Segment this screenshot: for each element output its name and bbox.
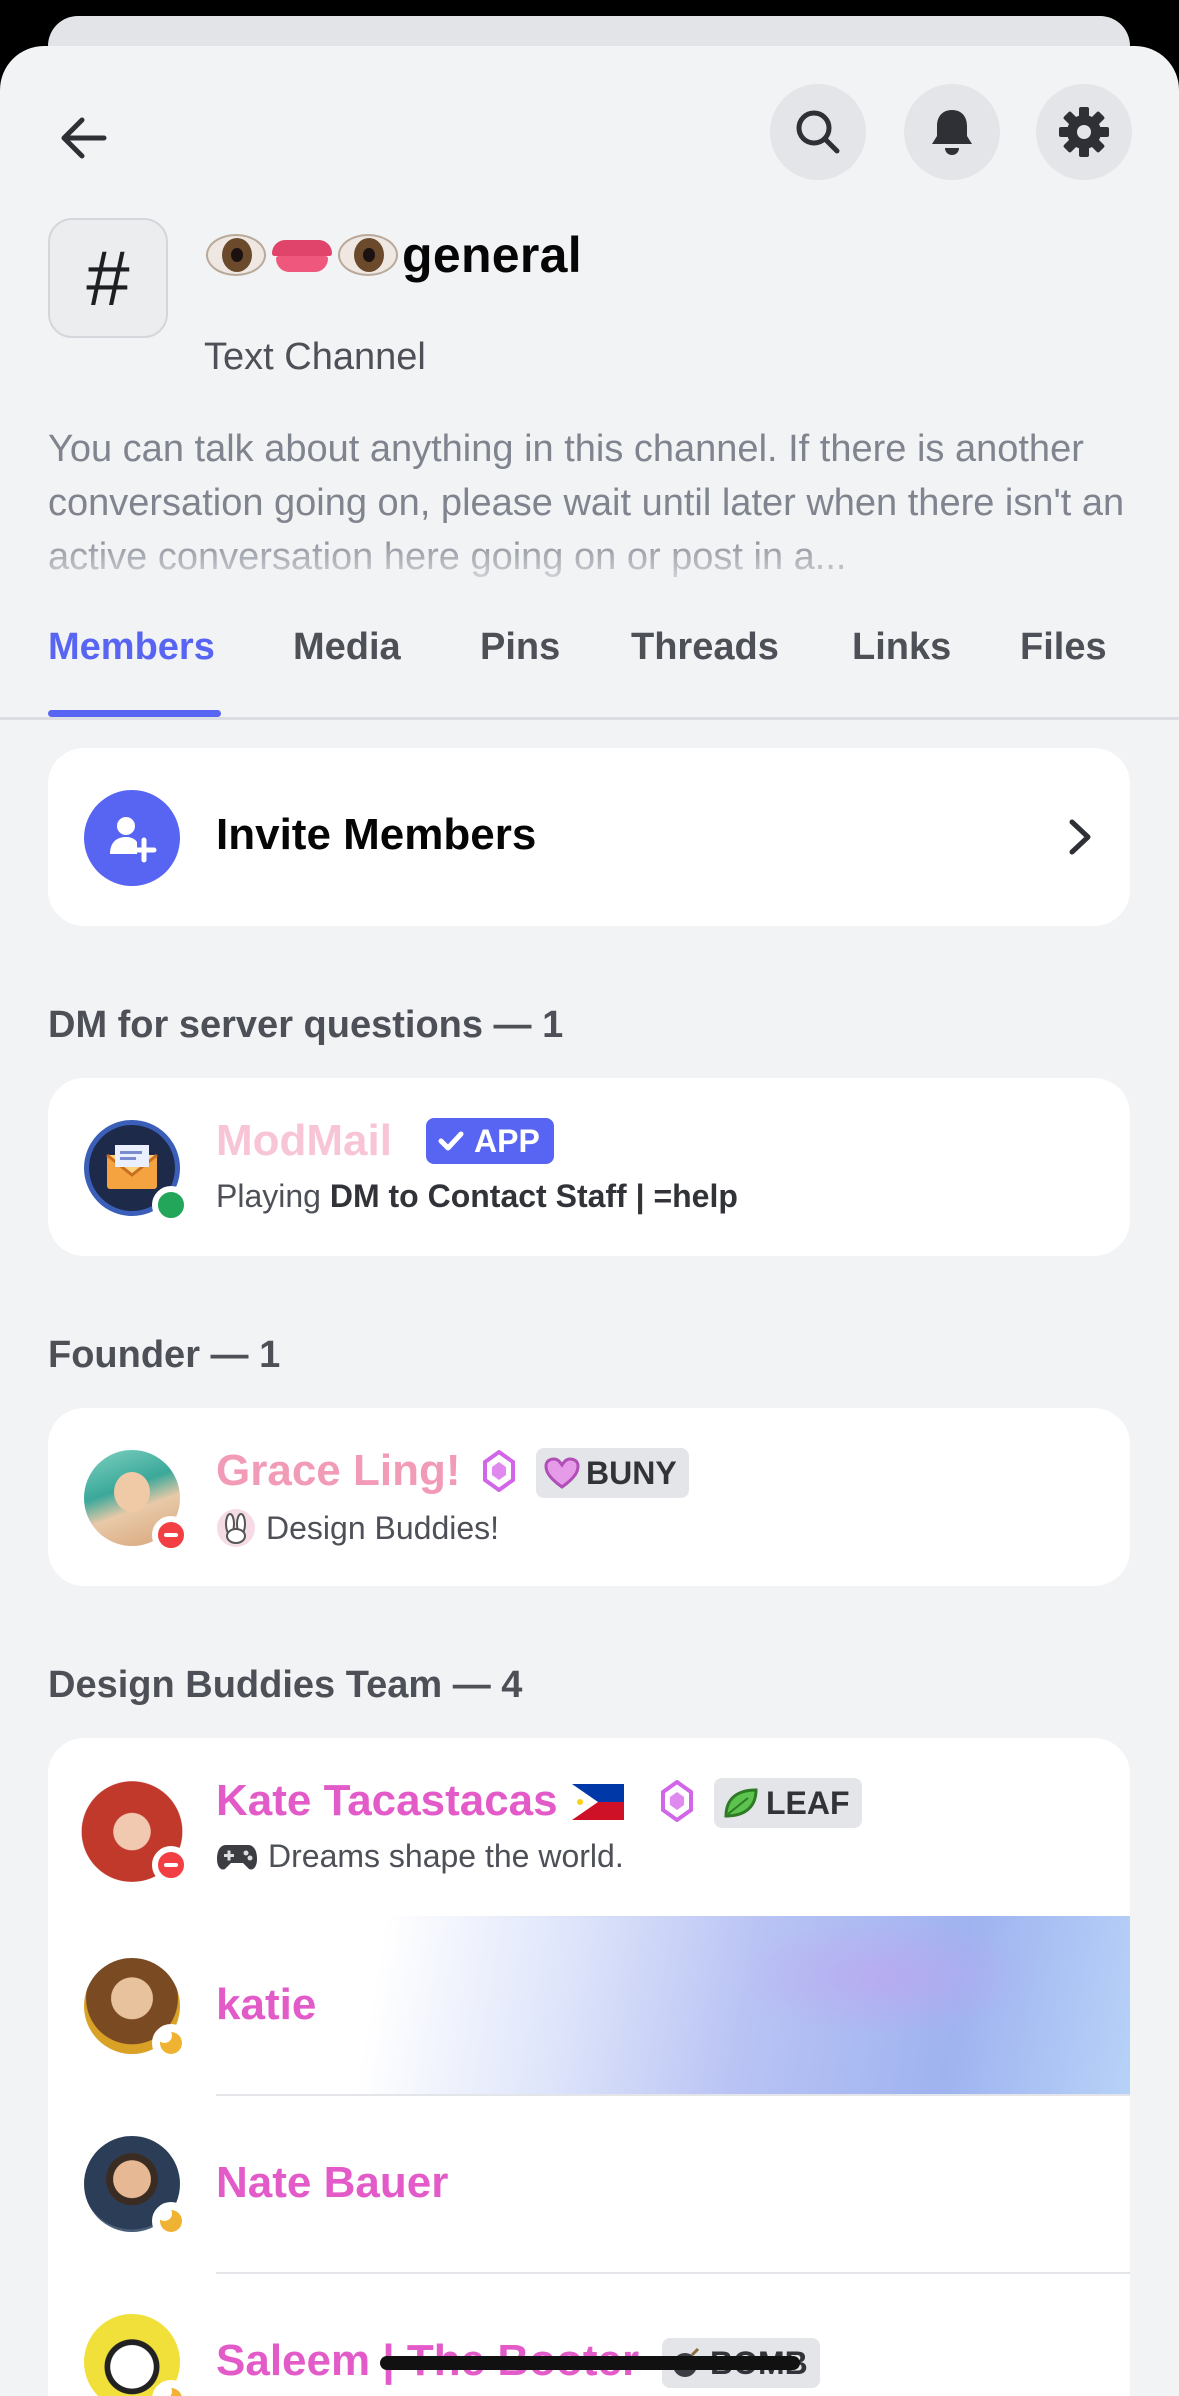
server-tag-label: LEAF — [766, 1784, 850, 1821]
eye-emoji-icon — [336, 230, 400, 280]
member-row-modmail[interactable]: ModMail APP Playing DM to Contact Staff … — [48, 1078, 1130, 1256]
status-idle-indicator — [152, 2202, 190, 2240]
tab-threads[interactable]: Threads — [631, 622, 779, 717]
server-boost-icon — [661, 1780, 693, 1822]
activity-text: Design Buddies! — [266, 1509, 500, 1546]
member-row-katie[interactable]: katie — [48, 1916, 1130, 2094]
member-row-nate-bauer[interactable]: Nate Bauer — [48, 2094, 1130, 2272]
arrow-left-icon — [61, 117, 107, 159]
member-group-founder: Grace Ling! BUNY Design Buddies! — [48, 1408, 1130, 1586]
server-tag: BUNY — [536, 1448, 689, 1498]
eye-emoji-icon — [204, 230, 268, 280]
hash-glyph: # — [86, 234, 130, 322]
activity-detail: DM to Contact Staff | =help — [329, 1178, 738, 1214]
section-title-team: Design Buddies Team — 4 — [48, 1664, 523, 1706]
member-group-dm: ModMail APP Playing DM to Contact Staff … — [48, 1078, 1130, 1256]
tab-bar: Members Media Pins Threads Links Files — [0, 622, 1179, 720]
channel-hash-icon: # — [48, 218, 168, 338]
invite-icon-circle — [84, 790, 180, 886]
tab-files[interactable]: Files — [1020, 622, 1107, 717]
member-activity: Design Buddies! — [216, 1508, 499, 1548]
invite-members-label: Invite Members — [216, 810, 537, 859]
status-dnd-indicator — [152, 1846, 190, 1884]
heart-icon — [544, 1457, 580, 1489]
flag-philippines-icon — [572, 1784, 624, 1820]
status-idle-indicator — [152, 2024, 190, 2062]
bell-icon — [932, 110, 972, 155]
description-fade — [0, 532, 1179, 592]
mouth-emoji-icon — [270, 230, 334, 280]
profile-banner — [216, 1916, 1130, 2094]
channel-title: general — [204, 220, 582, 290]
channel-name: general — [402, 227, 582, 283]
channel-emoji-prefix — [204, 230, 400, 280]
member-name: katie — [216, 1980, 317, 2029]
active-tab-indicator — [48, 710, 221, 717]
settings-button[interactable] — [1036, 84, 1132, 180]
server-tag-label: BUNY — [586, 1454, 677, 1491]
home-indicator[interactable] — [380, 2356, 800, 2370]
server-tag: LEAF — [714, 1778, 862, 1828]
leaf-icon — [724, 1788, 758, 1818]
channel-type: Text Channel — [204, 336, 426, 378]
tab-media[interactable]: Media — [293, 622, 401, 717]
member-name: Nate Bauer — [216, 2158, 449, 2207]
game-controller-icon — [217, 1844, 257, 1870]
activity-text: Dreams shape the world. — [268, 1838, 624, 1874]
notifications-button[interactable] — [904, 84, 1000, 180]
bunny-icon — [217, 1509, 255, 1547]
back-button[interactable] — [48, 102, 120, 174]
section-title-dm: DM for server questions — 1 — [48, 1004, 564, 1046]
status-dnd-indicator — [152, 1516, 190, 1554]
member-row-saleem[interactable]: Saleem | The Booter BOMB — [48, 2272, 1130, 2396]
member-row-grace-ling[interactable]: Grace Ling! BUNY Design Buddies! — [48, 1408, 1130, 1586]
app-badge: APP — [426, 1118, 554, 1164]
status-online-indicator — [152, 1186, 190, 1224]
app-badge-label: APP — [474, 1122, 540, 1159]
member-group-team: Kate Tacastacas LEAF Dreams shape the wo… — [48, 1738, 1130, 2396]
search-icon — [796, 110, 840, 154]
tab-pins[interactable]: Pins — [480, 622, 560, 717]
member-activity: Playing DM to Contact Staff | =help — [216, 1178, 738, 1215]
member-name: ModMail — [216, 1116, 392, 1165]
section-title-founder: Founder — 1 — [48, 1334, 281, 1376]
gear-icon — [1059, 107, 1109, 157]
tab-members[interactable]: Members — [48, 622, 215, 717]
chevron-right-icon — [1069, 819, 1091, 855]
member-row-kate-tacastacas[interactable]: Kate Tacastacas LEAF Dreams shape the wo… — [48, 1738, 1130, 1916]
activity-prefix: Playing — [216, 1178, 330, 1214]
add-user-icon — [110, 817, 157, 863]
channel-sheet: # general Text Channel You can talk abou… — [0, 46, 1179, 2396]
server-boost-icon — [483, 1450, 515, 1492]
member-name: Grace Ling! — [216, 1446, 461, 1495]
tab-links[interactable]: Links — [852, 622, 951, 717]
member-name: Kate Tacastacas — [216, 1776, 558, 1825]
member-activity: Dreams shape the world. — [216, 1838, 624, 1875]
search-button[interactable] — [770, 84, 866, 180]
invite-members-button[interactable]: Invite Members — [48, 748, 1130, 926]
check-icon — [438, 1131, 464, 1151]
